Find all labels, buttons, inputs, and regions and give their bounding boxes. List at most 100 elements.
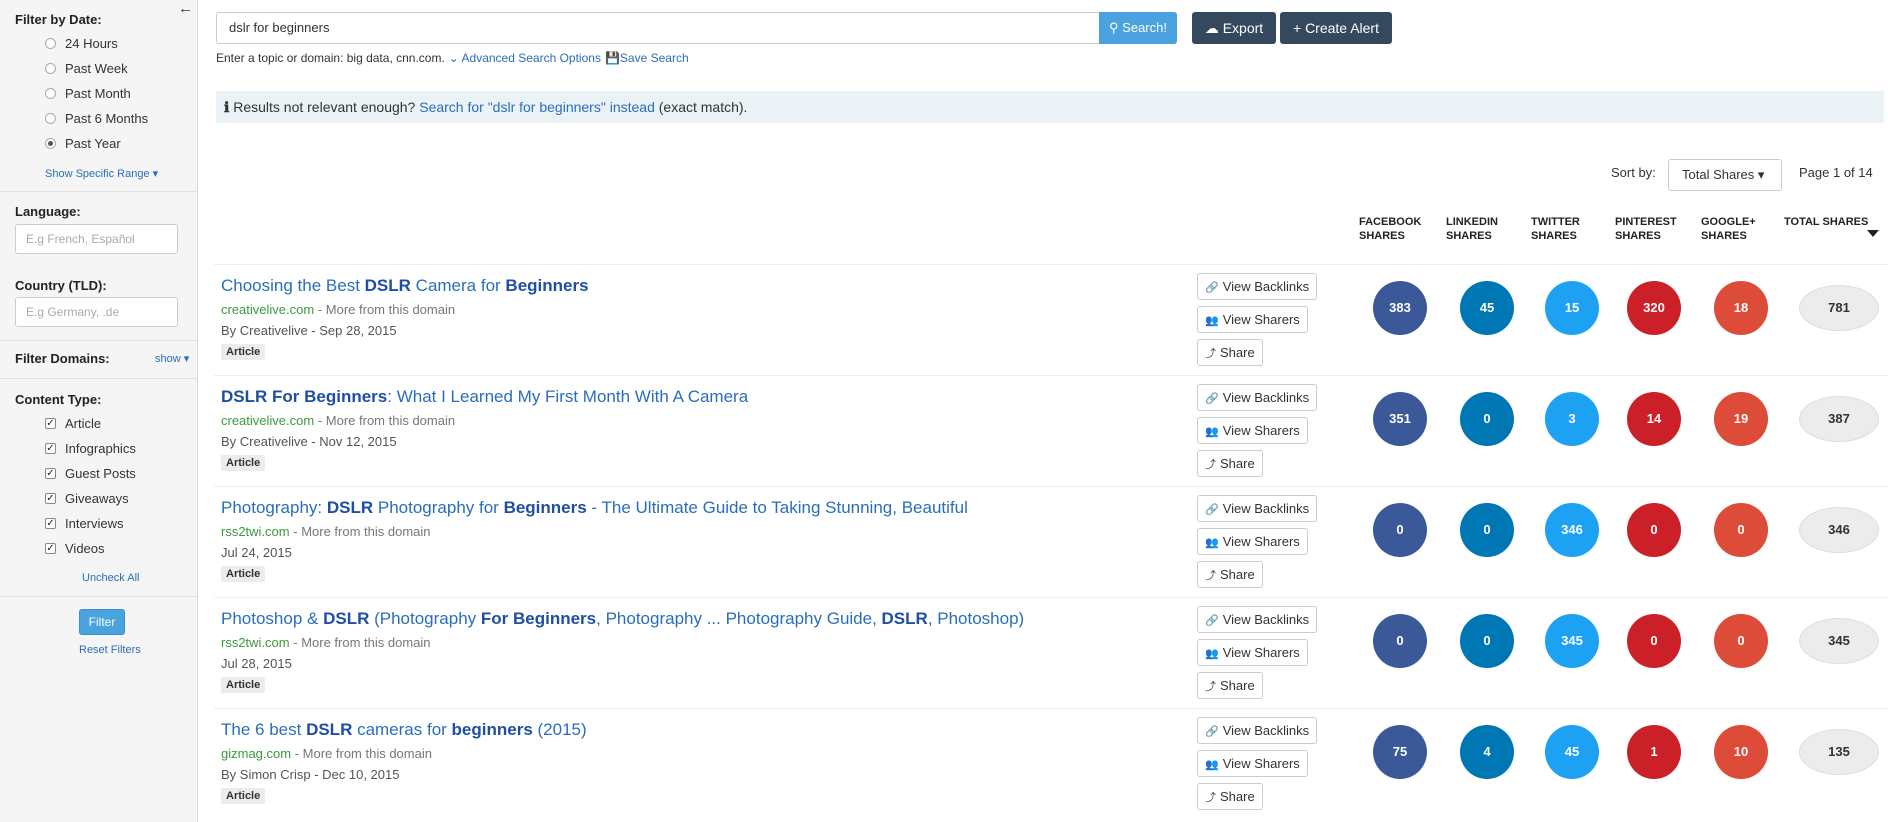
content-type-giveaways[interactable]: ✓ Giveaways (45, 491, 129, 506)
filter-domains-show-link[interactable]: show ▾ (155, 352, 189, 365)
content-type-guest-posts[interactable]: ✓ Guest Posts (45, 466, 136, 481)
show-specific-range-link[interactable]: Show Specific Range ▾ (45, 167, 158, 180)
view-sharers-button[interactable]: 👥 View Sharers (1197, 639, 1308, 666)
googleplus-shares-count: 18 (1714, 281, 1768, 335)
date-option-past-6-months[interactable]: Past 6 Months (45, 111, 148, 126)
advanced-search-link[interactable]: ⌄ Advanced Search Options (449, 51, 601, 65)
title-text: cameras for (352, 720, 452, 739)
result-title-link[interactable]: Photoshop & DSLR (Photography For Beginn… (221, 609, 1201, 629)
collapse-sidebar-icon[interactable]: ← (178, 0, 193, 17)
checkbox-checked-icon[interactable]: ✓ (45, 418, 56, 429)
more-from-domain-link[interactable]: - More from this domain (293, 635, 430, 650)
export-button[interactable]: ☁ Export (1192, 12, 1276, 44)
view-backlinks-button[interactable]: 🔗 View Backlinks (1197, 273, 1318, 300)
view-sharers-button[interactable]: 👥 View Sharers (1197, 750, 1308, 777)
linkedin-shares-count: 4 (1460, 725, 1514, 779)
result-title-link[interactable]: Photography: DSLR Photography for Beginn… (221, 498, 1201, 518)
view-backlinks-button[interactable]: 🔗 View Backlinks (1197, 495, 1318, 522)
share-button[interactable]: ⤴ Share (1197, 450, 1263, 477)
search-helper: Enter a topic or domain: big data, cnn.c… (216, 51, 689, 65)
result-title-link[interactable]: The 6 best DSLR cameras for beginners (2… (221, 720, 1201, 740)
view-backlinks-button[interactable]: 🔗 View Backlinks (1197, 717, 1318, 744)
total-shares-count: 345 (1799, 618, 1879, 664)
view-backlinks-button[interactable]: 🔗 View Backlinks (1197, 384, 1318, 411)
content-type-videos[interactable]: ✓ Videos (45, 541, 105, 556)
more-from-domain-link[interactable]: - More from this domain (318, 302, 455, 317)
date-option-past-month[interactable]: Past Month (45, 86, 131, 101)
column-header-twitter[interactable]: TWITTER SHARES (1531, 215, 1580, 243)
column-header-facebook[interactable]: FACEBOOK SHARES (1359, 215, 1421, 243)
content-type-badge: Article (221, 677, 266, 693)
radio-icon[interactable] (45, 88, 56, 99)
date-option-past-week[interactable]: Past Week (45, 61, 128, 76)
row-divider (214, 708, 1888, 709)
column-header-linkedin[interactable]: LINKEDIN SHARES (1446, 215, 1498, 243)
search-input[interactable]: dslr for beginners (216, 12, 1100, 44)
radio-icon[interactable] (45, 38, 56, 49)
exact-match-search-link[interactable]: Search for "dslr for beginners" instead (419, 99, 655, 115)
divider (0, 191, 197, 192)
title-text: Beginners (505, 276, 589, 295)
action-label: View Sharers (1222, 534, 1300, 549)
action-label: Share (1220, 456, 1255, 471)
save-search-link[interactable]: 💾Save Search (605, 51, 689, 65)
users-icon: 👥 (1205, 426, 1219, 438)
checkbox-checked-icon[interactable]: ✓ (45, 443, 56, 454)
result-domain-link[interactable]: rss2twi.com (221, 635, 290, 650)
plus-icon: + (1292, 20, 1302, 36)
create-alert-button[interactable]: + Create Alert (1280, 12, 1392, 44)
radio-icon[interactable] (45, 63, 56, 74)
radio-icon[interactable] (45, 138, 56, 149)
share-button[interactable]: ⤴ Share (1197, 339, 1263, 366)
content-type-badge: Article (221, 566, 266, 582)
search-button[interactable]: ⚲ Search! (1099, 12, 1177, 44)
link-icon: 🔗 (1205, 726, 1219, 738)
twitter-shares-count: 45 (1545, 725, 1599, 779)
share-button[interactable]: ⤴ Share (1197, 783, 1263, 810)
total-shares-count: 346 (1799, 507, 1879, 553)
radio-icon[interactable] (45, 113, 56, 124)
result-title-link[interactable]: DSLR For Beginners: What I Learned My Fi… (221, 387, 1201, 407)
title-text: (Photography (369, 609, 481, 628)
result-domain-link[interactable]: creativelive.com (221, 413, 314, 428)
view-backlinks-button[interactable]: 🔗 View Backlinks (1197, 606, 1318, 633)
view-sharers-button[interactable]: 👥 View Sharers (1197, 528, 1308, 555)
content-type-interviews[interactable]: ✓ Interviews (45, 516, 124, 531)
date-filter-heading: Filter by Date: (15, 12, 102, 27)
content-type-infographics[interactable]: ✓ Infographics (45, 441, 136, 456)
result-title-link[interactable]: Choosing the Best DSLR Camera for Beginn… (221, 276, 1201, 296)
sort-dropdown[interactable]: Total Shares ▾ (1668, 159, 1782, 191)
date-option-24-hours[interactable]: 24 Hours (45, 36, 118, 51)
checkbox-checked-icon[interactable]: ✓ (45, 468, 56, 479)
chevron-down-icon: ⌄ (448, 51, 459, 65)
content-type-article[interactable]: ✓ Article (45, 416, 101, 431)
title-text: DSLR (326, 498, 374, 517)
result-domain-link[interactable]: rss2twi.com (221, 524, 290, 539)
checkbox-checked-icon[interactable]: ✓ (45, 493, 56, 504)
share-button[interactable]: ⤴ Share (1197, 561, 1263, 588)
language-input[interactable] (15, 224, 178, 254)
more-from-domain-link[interactable]: - More from this domain (318, 413, 455, 428)
column-header-googleplus[interactable]: GOOGLE+ SHARES (1701, 215, 1756, 243)
date-option-past-year[interactable]: Past Year (45, 136, 121, 151)
view-sharers-button[interactable]: 👥 View Sharers (1197, 417, 1308, 444)
column-header-total[interactable]: TOTAL SHARES (1784, 215, 1868, 229)
column-header-pinterest[interactable]: PINTEREST SHARES (1615, 215, 1677, 243)
checkbox-checked-icon[interactable]: ✓ (45, 543, 56, 554)
result-domain-link[interactable]: creativelive.com (221, 302, 314, 317)
country-input[interactable] (15, 297, 178, 327)
users-icon: 👥 (1205, 648, 1219, 660)
uncheck-all-link[interactable]: Uncheck All (82, 572, 139, 584)
more-from-domain-link[interactable]: - More from this domain (295, 746, 432, 761)
result-domain-link[interactable]: gizmag.com (221, 746, 291, 761)
checkbox-checked-icon[interactable]: ✓ (45, 518, 56, 529)
share-button[interactable]: ⤴ Share (1197, 672, 1263, 699)
more-from-domain-link[interactable]: - More from this domain (293, 524, 430, 539)
title-text: DSLR For Beginners (221, 387, 388, 406)
linkedin-shares-count: 45 (1460, 281, 1514, 335)
share-icon: ⤴ (1205, 681, 1216, 693)
reset-filters-link[interactable]: Reset Filters (79, 644, 141, 656)
pinterest-shares-count: 14 (1627, 392, 1681, 446)
filter-button[interactable]: Filter (79, 609, 125, 635)
view-sharers-button[interactable]: 👥 View Sharers (1197, 306, 1308, 333)
